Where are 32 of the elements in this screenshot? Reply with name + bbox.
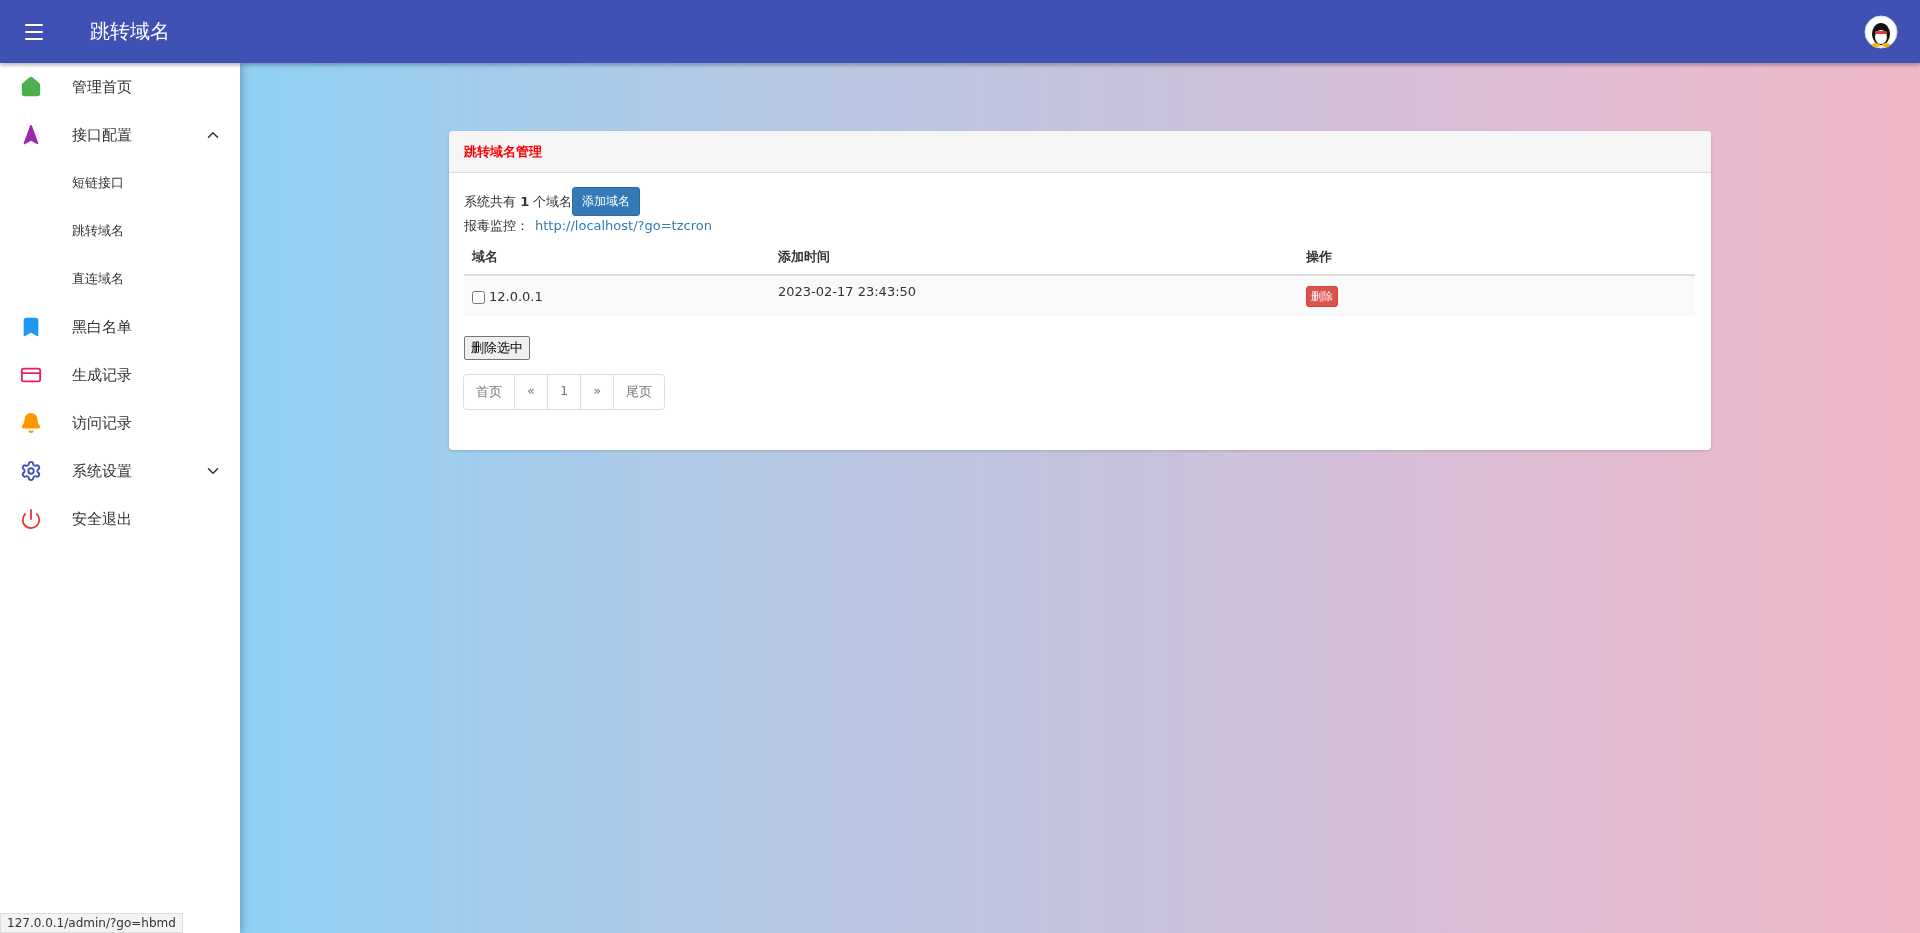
sidebar-item[interactable]: 安全退出 — [0, 495, 240, 543]
status-url: 127.0.0.1/admin/?go=hbmd — [0, 913, 183, 933]
home-icon — [20, 76, 42, 98]
sidebar-item[interactable]: 接口配置 — [0, 111, 240, 159]
sidebar-item[interactable]: 生成记录 — [0, 351, 240, 399]
sidebar-subitem[interactable]: 短链接口 — [0, 159, 240, 207]
pagination-link[interactable]: « — [514, 374, 548, 410]
sidebar-subitem[interactable]: 跳转域名 — [0, 207, 240, 255]
sidebar-subitem[interactable]: 直连域名 — [0, 255, 240, 303]
app-title: 跳转域名 — [90, 18, 171, 45]
panel-title: 跳转域名管理 — [464, 142, 542, 161]
delete-selected-button[interactable]: 删除选中 — [464, 336, 530, 360]
bell-icon — [20, 412, 42, 434]
pagination-link[interactable]: 首页 — [463, 374, 515, 410]
avatar-icon[interactable] — [1864, 14, 1898, 49]
delete-button[interactable]: 删除 — [1306, 285, 1338, 307]
pagination-link[interactable]: » — [580, 374, 615, 410]
row-checkbox[interactable] — [472, 290, 485, 304]
monitor-link[interactable]: http://localhost/?go=tzcron — [535, 216, 712, 236]
settings-icon — [20, 460, 42, 482]
monitor-label: 报毒监控： — [464, 217, 529, 235]
add-domain-button[interactable]: 添加域名 — [572, 187, 641, 216]
sidebar-item[interactable]: 黑白名单 — [0, 303, 240, 351]
sidebar-item[interactable]: 访问记录 — [0, 399, 240, 447]
pagination-link[interactable]: 1 — [546, 374, 582, 410]
domain-count-text: 系统共有 1 个域名 — [464, 192, 573, 211]
pagination-link[interactable]: 尾页 — [613, 374, 666, 410]
sidebar-item[interactable]: 管理首页 — [0, 63, 240, 111]
sidebar-item[interactable]: 系统设置 — [0, 447, 240, 495]
table-cell: 2023-02-17 23:43:50 — [770, 275, 1298, 316]
table-cell: 12.0.0.1 — [489, 288, 543, 304]
power-icon — [20, 508, 42, 530]
